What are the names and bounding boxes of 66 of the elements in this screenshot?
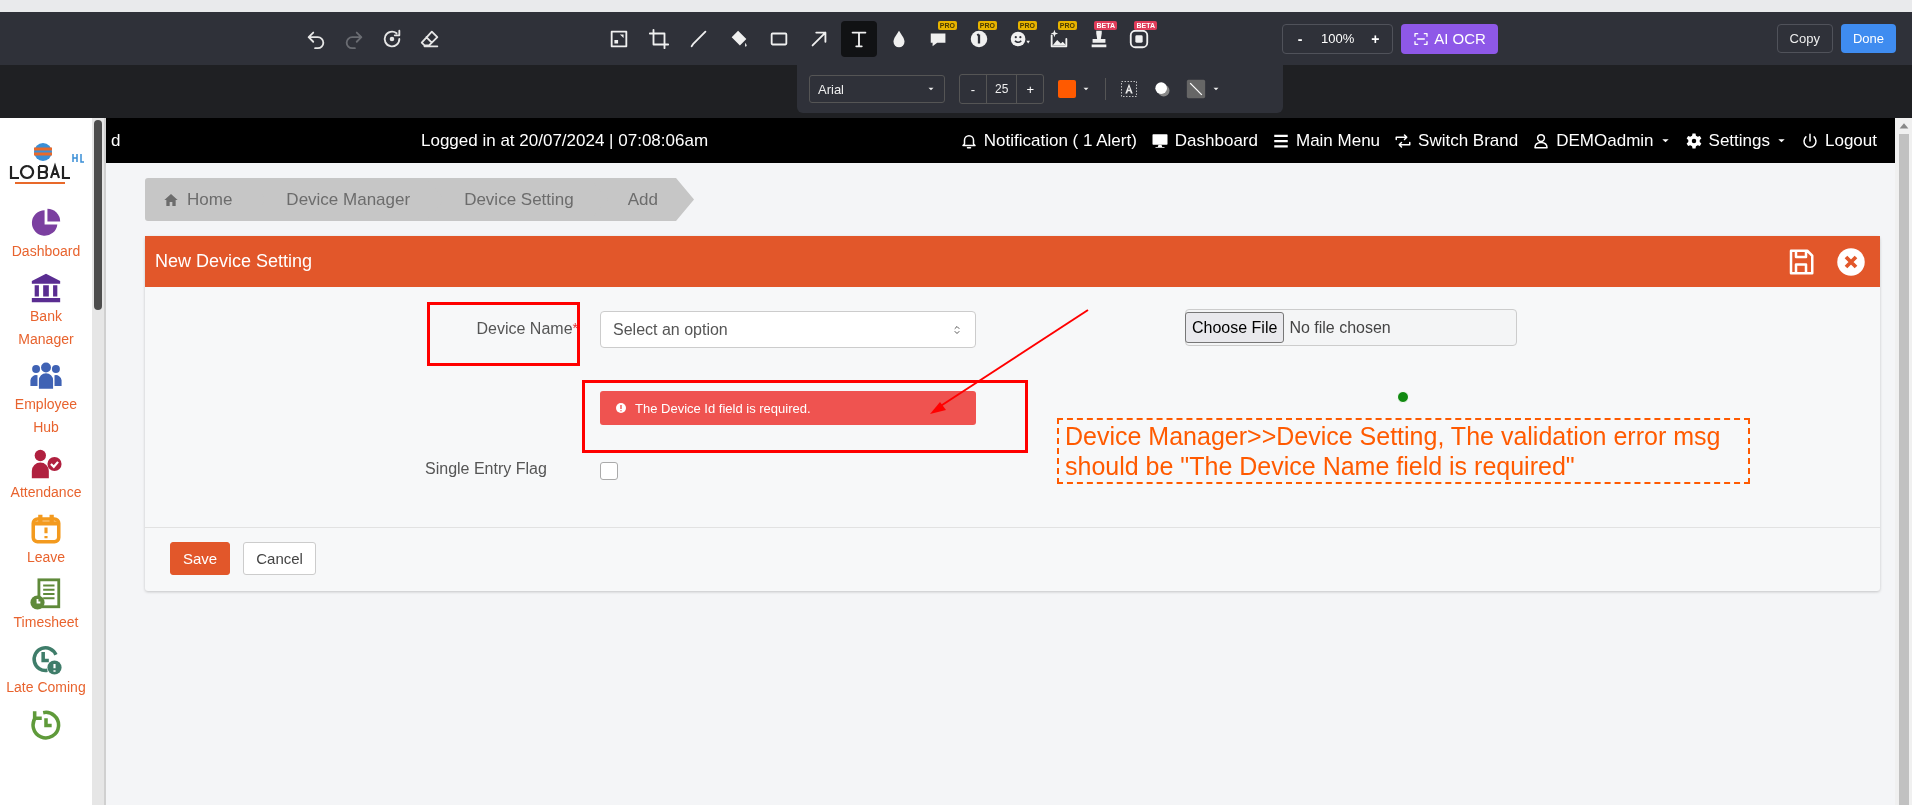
sidebar-item[interactable]: Leave	[3, 546, 89, 569]
sidebar-item[interactable]: Attendance	[3, 481, 89, 504]
line-style-icon[interactable]	[1186, 79, 1207, 99]
header-nav-link[interactable]: Dashboard	[1150, 130, 1258, 151]
breadcrumb-link[interactable]: Home	[145, 178, 269, 221]
alert-icon	[615, 402, 627, 414]
increase-size-button[interactable]: +	[1017, 80, 1044, 98]
home-icon	[163, 191, 179, 208]
header-nav-link[interactable]: Settings	[1684, 130, 1787, 151]
header-nav-link[interactable]: Main Menu	[1271, 130, 1381, 151]
zoom-out-button[interactable]: -	[1287, 29, 1313, 48]
person-check-icon[interactable]	[29, 447, 63, 481]
ai-ocr-button[interactable]: AI OCR	[1401, 23, 1498, 54]
sort-caret-icon	[951, 323, 963, 336]
tool-button[interactable]	[841, 20, 877, 57]
record-icon	[1128, 27, 1150, 50]
power-icon	[1801, 131, 1819, 150]
monitor-icon	[1150, 131, 1169, 150]
save-button[interactable]: Save	[170, 542, 231, 575]
file-status: No file chosen	[1289, 318, 1391, 337]
scan-icon	[1413, 30, 1430, 47]
document-clock-icon[interactable]	[29, 577, 63, 611]
breadcrumb-link[interactable]: Add	[589, 178, 694, 221]
header-nav-link[interactable]: Switch Brand	[1394, 130, 1519, 151]
settings-icon	[1684, 131, 1703, 150]
required-mark: *	[572, 320, 578, 336]
zoom-level: 100%	[1320, 31, 1356, 46]
select-placeholder: Select an option	[613, 320, 728, 339]
header-text: d	[111, 130, 122, 151]
cancel-button[interactable]: Cancel	[243, 542, 316, 575]
sidebar-item[interactable]: Timesheet	[3, 611, 89, 634]
header-nav-link[interactable]: DEMOadmin	[1532, 130, 1671, 151]
switch-arrows-icon	[1394, 131, 1413, 150]
checkbox-label: Single Entry Flag	[425, 460, 547, 478]
reset-all-icon[interactable]	[381, 27, 403, 50]
color-swatch[interactable]	[1058, 80, 1077, 98]
card-title: New Device Setting	[155, 251, 313, 272]
sidebar-item[interactable]: Dashboard	[3, 240, 89, 263]
done-button[interactable]: Done	[1840, 24, 1896, 53]
header-nav-link[interactable]: Logout	[1801, 130, 1877, 151]
zoom-in-button[interactable]: +	[1362, 29, 1389, 48]
user-icon	[1532, 131, 1551, 150]
error-message: The Device Id field is required.	[635, 400, 811, 416]
field-label: Device Name	[476, 320, 573, 338]
text-box-icon[interactable]	[1120, 80, 1139, 98]
font-select[interactable]: Arial	[809, 75, 945, 103]
login-time: Logged in at 20/07/2024 | 07:08:06am	[421, 130, 709, 151]
close-icon[interactable]	[1836, 246, 1866, 277]
sidebar-item[interactable]: Employee Hub	[14, 393, 78, 439]
annotation-text-box: Device Manager>>Device Setting, The validation error msg should be "The Device Name field is required"	[1057, 418, 1750, 484]
sidebar-item[interactable]: Bank Manager	[14, 305, 78, 351]
scrollbar-thumb[interactable]	[1898, 134, 1909, 805]
header-nav-link[interactable]: Notification ( 1 Alert)	[959, 130, 1137, 151]
font-size-value: 25	[986, 75, 1018, 103]
single-entry-checkbox[interactable]	[600, 462, 618, 480]
image-sparkle-icon	[1048, 27, 1070, 50]
bank-icon[interactable]	[29, 271, 63, 305]
crop-icon	[648, 27, 670, 50]
device-name-select[interactable]: Select an option	[600, 311, 976, 348]
font-name: Arial	[818, 81, 844, 97]
decrease-size-button[interactable]: -	[960, 80, 986, 98]
file-input-field[interactable]: Choose File No file chosen	[1185, 309, 1517, 346]
sidebar-item[interactable]: Late Coming	[3, 676, 89, 699]
scrollbar-thumb[interactable]	[94, 120, 102, 310]
choose-file-button[interactable]: Choose File	[1185, 312, 1285, 343]
copy-button[interactable]: Copy	[1776, 24, 1833, 53]
